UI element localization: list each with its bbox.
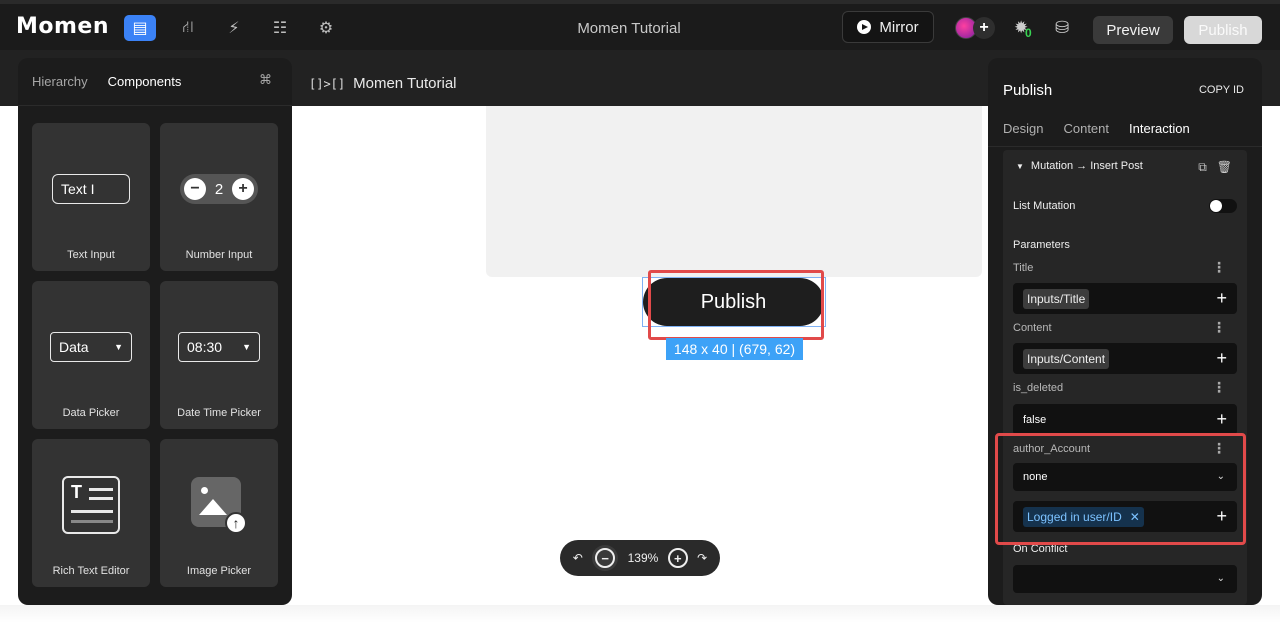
add-icon[interactable]: + — [1216, 410, 1227, 428]
tab-content[interactable]: Content — [1063, 121, 1109, 136]
github-icon[interactable]: ⌘ — [259, 72, 272, 88]
component-text-input[interactable]: Text I Text Input — [32, 123, 150, 271]
param-content-more-icon[interactable]: ⋮ — [1212, 319, 1226, 336]
publish-button[interactable]: Publish — [1184, 16, 1262, 44]
invite-collaborator-button[interactable]: + — [973, 17, 995, 39]
component-label: Text Input — [67, 249, 115, 261]
tab-design[interactable]: Design — [1003, 121, 1043, 136]
debug-count: 0 — [1025, 26, 1032, 40]
minus-icon: − — [184, 178, 206, 200]
mutation-header[interactable]: ▼ Mutation → Insert Post — [1016, 160, 1143, 172]
component-number-input[interactable]: − 2 + Number Input — [160, 123, 278, 271]
component-date-time-picker[interactable]: 08:30 ▼ Date Time Picker — [160, 281, 278, 429]
preview-button[interactable]: Preview — [1093, 16, 1173, 44]
component-data-picker[interactable]: Data ▼ Data Picker — [32, 281, 150, 429]
minus-icon: − — [595, 548, 616, 568]
divider — [988, 146, 1262, 147]
caret-down-icon: ▼ — [242, 342, 251, 352]
param-title-label: Title — [1013, 262, 1034, 274]
value-chip: Inputs/Content — [1023, 348, 1110, 369]
redo-icon[interactable]: ↷ — [697, 551, 707, 565]
component-label: Rich Text Editor — [52, 565, 130, 577]
component-label: Image Picker — [186, 565, 252, 577]
duplicate-icon[interactable]: ⧉ — [1198, 160, 1207, 175]
highlight-box-button — [648, 270, 824, 340]
selected-component-title: Publish — [1003, 82, 1053, 99]
mirror-button[interactable]: Mirror — [842, 11, 934, 43]
component-label: Date Time Picker — [177, 407, 261, 419]
number-input-preview: − 2 + — [180, 174, 258, 204]
plus-icon: + — [232, 178, 254, 200]
param-content-label: Content — [1013, 322, 1052, 334]
on-conflict-select[interactable]: ⌄ — [1013, 565, 1237, 593]
date-time-picker-preview: 08:30 ▼ — [178, 332, 260, 362]
canvas-content-block[interactable] — [486, 106, 982, 277]
parameters-label: Parameters — [1013, 239, 1070, 251]
list-mutation-toggle[interactable] — [1209, 199, 1237, 213]
undo-icon[interactable]: ↶ — [573, 551, 583, 565]
zoom-in-button[interactable]: + — [667, 548, 688, 568]
database-status-icon[interactable]: ⛁ — [1055, 18, 1077, 40]
list-mutation-label: List Mutation — [1013, 200, 1076, 212]
breadcrumb-page-name: Momen Tutorial — [353, 75, 457, 92]
play-icon — [857, 20, 872, 34]
top-bar: Momen ▤ ⛙ ⚡ ☷ ⚙ Momen Tutorial Mirror + … — [0, 0, 1280, 50]
caret-down-icon: ▼ — [114, 342, 123, 352]
page-icon: []>[] — [309, 76, 346, 91]
param-is-deleted-field[interactable]: false + — [1013, 404, 1237, 435]
zoom-out-button[interactable]: − — [592, 545, 619, 571]
breadcrumb[interactable]: []>[] Momen Tutorial — [309, 75, 457, 92]
component-label: Number Input — [185, 249, 253, 261]
value-chip: Inputs/Title — [1023, 288, 1090, 309]
trash-icon[interactable]: 🗑 — [1217, 160, 1232, 175]
add-icon[interactable]: + — [1216, 349, 1227, 367]
param-is-deleted-more-icon[interactable]: ⋮ — [1212, 379, 1226, 396]
zoom-level: 139% — [627, 551, 659, 565]
add-icon[interactable]: + — [1216, 289, 1227, 307]
tab-interaction[interactable]: Interaction — [1129, 121, 1190, 136]
selection-dimensions-badge: 148 x 40 | (679, 62) — [666, 338, 803, 360]
component-image-picker[interactable]: ↑ Image Picker — [160, 439, 278, 587]
data-picker-preview: Data ▼ — [50, 332, 132, 362]
tab-components[interactable]: Components — [108, 74, 182, 89]
param-title-field[interactable]: Inputs/Title + — [1013, 283, 1237, 314]
components-panel: Hierarchy Components ⌘ Text I Text Input… — [18, 58, 292, 605]
component-label: Data Picker — [62, 407, 120, 419]
upload-icon: ↑ — [225, 512, 247, 534]
component-rich-text-editor[interactable]: T Rich Text Editor — [32, 439, 150, 587]
collapse-triangle-icon: ▼ — [1016, 161, 1024, 171]
zoom-toolbar: ↶ − 139% + ↷ — [560, 540, 720, 576]
divider — [18, 105, 292, 106]
highlight-box-author-account — [995, 433, 1246, 545]
bottom-edge — [0, 605, 1280, 623]
tab-hierarchy[interactable]: Hierarchy — [32, 74, 88, 89]
rich-text-editor-icon: T — [62, 476, 120, 534]
text-input-preview: Text I — [52, 174, 130, 204]
param-title-more-icon[interactable]: ⋮ — [1212, 259, 1226, 276]
chevron-down-icon: ⌄ — [1216, 573, 1225, 584]
param-content-field[interactable]: Inputs/Content + — [1013, 343, 1237, 374]
param-is-deleted-label: is_deleted — [1013, 382, 1064, 394]
copy-id-button[interactable]: COPY ID — [1199, 84, 1244, 96]
